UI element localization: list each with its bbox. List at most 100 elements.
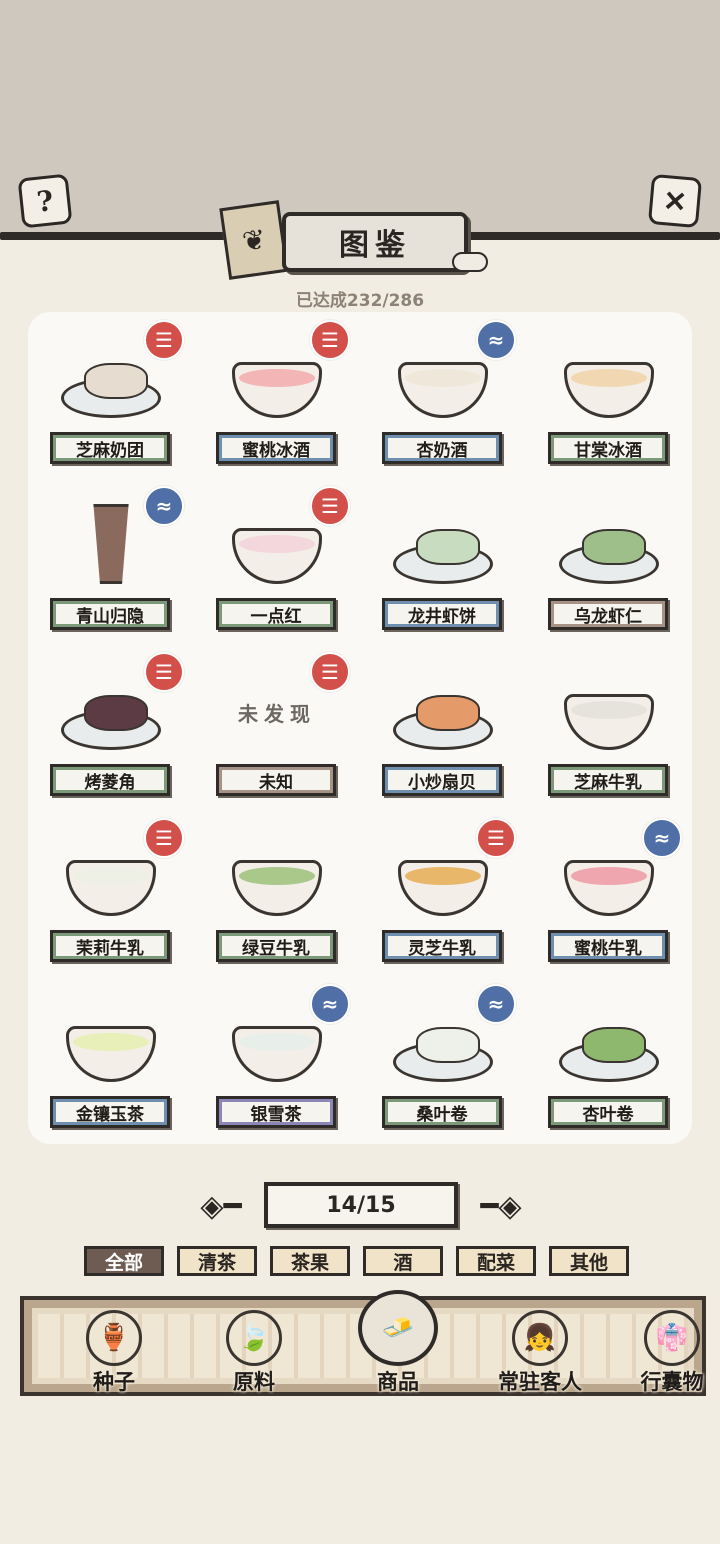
red-seal-icon: ☰ bbox=[310, 320, 350, 360]
dish-image bbox=[559, 998, 659, 1082]
item-name-label: 蜜桃冰酒 bbox=[216, 432, 336, 464]
undiscovered-text: 未发现 bbox=[238, 701, 316, 726]
guest-girl-icon: 👧 bbox=[512, 1310, 568, 1366]
nav-label: 种子 bbox=[93, 1370, 135, 1394]
question-icon: ? bbox=[35, 183, 55, 219]
prev-page-button[interactable]: ◈━ bbox=[186, 1186, 256, 1226]
collection-item[interactable]: 龙井虾饼 bbox=[360, 478, 526, 644]
collection-item[interactable]: 小炒扇贝 bbox=[360, 644, 526, 810]
top-band bbox=[0, 0, 720, 238]
red-seal-icon: ☰ bbox=[310, 652, 350, 692]
item-name-label: 青山归隐 bbox=[50, 598, 170, 630]
pagination: ◈━ 14/15 ━◈ bbox=[186, 1180, 536, 1232]
nav-item[interactable]: 👧 常驻客人 bbox=[480, 1300, 600, 1396]
nav-item[interactable]: 🏺 种子 bbox=[54, 1300, 174, 1396]
next-page-button[interactable]: ━◈ bbox=[466, 1186, 536, 1226]
nav-label: 原料 bbox=[233, 1370, 275, 1394]
collection-item[interactable]: ☰ 芝麻奶团 bbox=[28, 312, 194, 478]
item-name-label: 未知 bbox=[216, 764, 336, 796]
collection-panel: ☰ 芝麻奶团 ☰ 蜜桃冰酒 ≈ 杏奶酒 甘棠冰酒 ≈ 青山归隐 ☰ 一点红 龙井虾饼 乌龙虾仁 ☰ 烤菱角未… bbox=[28, 312, 692, 1144]
nav-label: 行囊物 bbox=[640, 1370, 704, 1394]
leaf-icon: 🍃 bbox=[226, 1310, 282, 1366]
filter-tab[interactable]: 茶果 bbox=[270, 1246, 350, 1276]
scroll-book-icon: ❦ bbox=[219, 200, 289, 280]
filter-tab[interactable]: 清茶 bbox=[177, 1246, 257, 1276]
item-name-label: 乌龙虾仁 bbox=[548, 598, 668, 630]
dish-image bbox=[227, 832, 327, 916]
page-title: 图鉴 bbox=[282, 212, 468, 272]
blue-seal-icon: ≈ bbox=[476, 320, 516, 360]
page-indicator: 14/15 bbox=[264, 1182, 458, 1228]
collection-item[interactable]: ☰ 灵芝牛乳 bbox=[360, 810, 526, 976]
item-name-label: 金镶玉茶 bbox=[50, 1096, 170, 1128]
item-name-label: 银雪茶 bbox=[216, 1096, 336, 1128]
collection-item[interactable]: ☰ 一点红 bbox=[194, 478, 360, 644]
item-name-label: 甘棠冰酒 bbox=[548, 432, 668, 464]
item-name-label: 芝麻牛乳 bbox=[548, 764, 668, 796]
item-name-label: 杏叶卷 bbox=[548, 1096, 668, 1128]
collection-item[interactable]: 甘棠冰酒 bbox=[526, 312, 692, 478]
collection-item[interactable]: 杏叶卷 bbox=[526, 976, 692, 1142]
red-seal-icon: ☰ bbox=[144, 652, 184, 692]
dish-image bbox=[393, 666, 493, 750]
nav-label: 常驻客人 bbox=[498, 1370, 582, 1394]
item-name-label: 茉莉牛乳 bbox=[50, 930, 170, 962]
collection-item[interactable]: 芝麻牛乳 bbox=[526, 644, 692, 810]
red-seal-icon: ☰ bbox=[476, 818, 516, 858]
item-name-label: 桑叶卷 bbox=[382, 1096, 502, 1128]
collection-item[interactable]: ≈ 银雪茶 bbox=[194, 976, 360, 1142]
collection-item[interactable]: ≈ 桑叶卷 bbox=[360, 976, 526, 1142]
collection-item[interactable]: 绿豆牛乳 bbox=[194, 810, 360, 976]
filter-tab[interactable]: 全部 bbox=[84, 1246, 164, 1276]
collection-item[interactable]: ≈ 杏奶酒 bbox=[360, 312, 526, 478]
filter-tab[interactable]: 其他 bbox=[549, 1246, 629, 1276]
close-x-icon: ✕ bbox=[661, 183, 689, 219]
goods-plate-icon: 🧈 bbox=[358, 1290, 438, 1366]
red-seal-icon: ☰ bbox=[144, 320, 184, 360]
item-name-label: 小炒扇贝 bbox=[382, 764, 502, 796]
filter-tab[interactable]: 配菜 bbox=[456, 1246, 536, 1276]
filter-tab[interactable]: 酒 bbox=[363, 1246, 443, 1276]
cloud-decoration bbox=[452, 252, 488, 272]
nav-label: 商品 bbox=[377, 1370, 419, 1394]
item-name-label: 芝麻奶团 bbox=[50, 432, 170, 464]
item-name-label: 蜜桃牛乳 bbox=[548, 930, 668, 962]
dish-image bbox=[393, 500, 493, 584]
dish-image bbox=[61, 998, 161, 1082]
nav-item[interactable]: 🧈 商品 bbox=[338, 1290, 458, 1396]
item-name-label: 绿豆牛乳 bbox=[216, 930, 336, 962]
collection-item[interactable]: 未发现 ☰ 未知 bbox=[194, 644, 360, 810]
collection-item[interactable]: ☰ 蜜桃冰酒 bbox=[194, 312, 360, 478]
collection-item[interactable]: 乌龙虾仁 bbox=[526, 478, 692, 644]
left-arrow-icon: ◈━ bbox=[200, 1188, 242, 1224]
collection-item[interactable]: ≈ 蜜桃牛乳 bbox=[526, 810, 692, 976]
robe-icon: 👘 bbox=[644, 1310, 700, 1366]
dish-image bbox=[559, 334, 659, 418]
dish-image bbox=[559, 666, 659, 750]
collection-item[interactable]: ☰ 茉莉牛乳 bbox=[28, 810, 194, 976]
item-name-label: 龙井虾饼 bbox=[382, 598, 502, 630]
blue-seal-icon: ≈ bbox=[144, 486, 184, 526]
seed-jar-icon: 🏺 bbox=[86, 1310, 142, 1366]
help-button[interactable]: ? bbox=[17, 173, 73, 229]
blue-seal-icon: ≈ bbox=[476, 984, 516, 1024]
collection-item[interactable]: ☰ 烤菱角 bbox=[28, 644, 194, 810]
blue-seal-icon: ≈ bbox=[310, 984, 350, 1024]
collection-progress: 已达成232/286 bbox=[295, 291, 425, 311]
right-arrow-icon: ━◈ bbox=[480, 1188, 522, 1224]
collection-item[interactable]: ≈ 青山归隐 bbox=[28, 478, 194, 644]
item-name-label: 烤菱角 bbox=[50, 764, 170, 796]
nav-item[interactable]: 🍃 原料 bbox=[194, 1300, 314, 1396]
collection-item[interactable]: 金镶玉茶 bbox=[28, 976, 194, 1142]
item-name-label: 杏奶酒 bbox=[382, 432, 502, 464]
dish-image bbox=[559, 500, 659, 584]
red-seal-icon: ☰ bbox=[310, 486, 350, 526]
category-filters: 全部 清茶 茶果酒配菜 其他 bbox=[84, 1246, 644, 1278]
item-grid: ☰ 芝麻奶团 ☰ 蜜桃冰酒 ≈ 杏奶酒 甘棠冰酒 ≈ 青山归隐 ☰ 一点红 龙井虾饼 乌龙虾仁 ☰ 烤菱角未… bbox=[28, 312, 692, 1144]
close-button[interactable]: ✕ bbox=[647, 173, 703, 229]
blue-seal-icon: ≈ bbox=[642, 818, 682, 858]
bottom-nav: 🏺 种子 🍃 原料 🧈 商品 👧 常驻客人 👘 行囊物 bbox=[20, 1290, 706, 1396]
item-name-label: 一点红 bbox=[216, 598, 336, 630]
item-name-label: 灵芝牛乳 bbox=[382, 930, 502, 962]
nav-item[interactable]: 👘 行囊物 bbox=[612, 1300, 720, 1396]
